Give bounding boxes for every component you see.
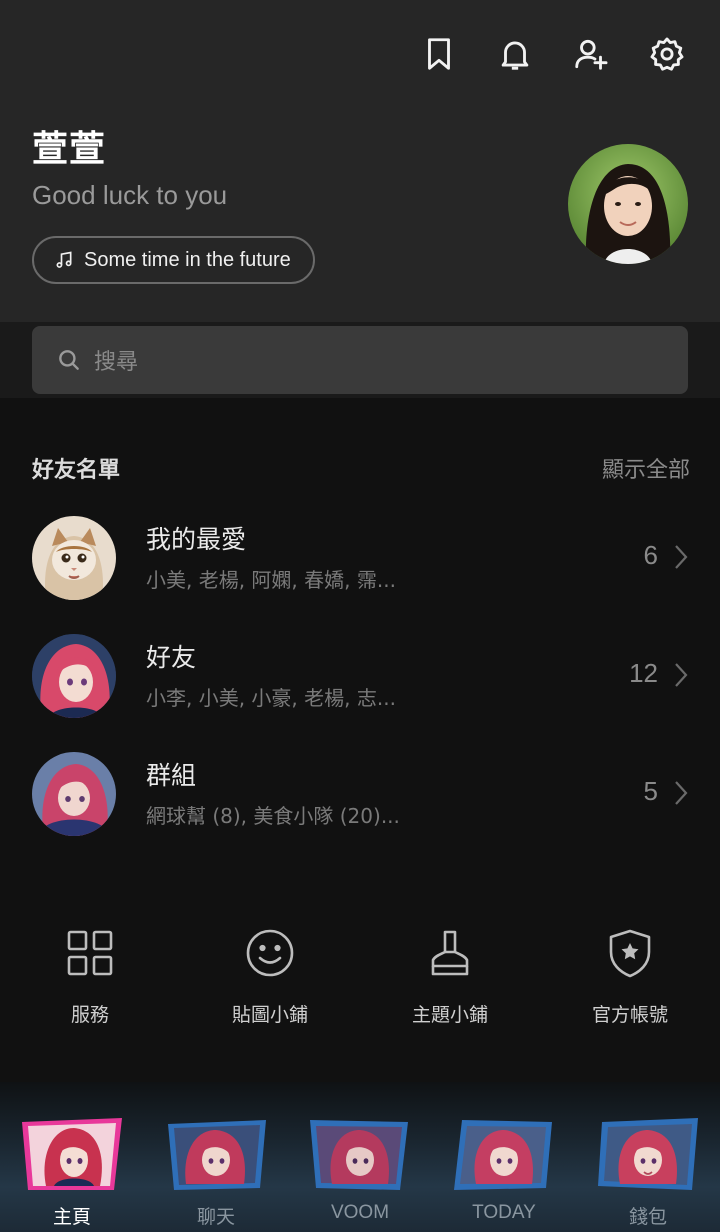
- wallet-tab-icon: [596, 1116, 700, 1192]
- service-label: 貼圖小鋪: [231, 1004, 308, 1026]
- nav-tab-home[interactable]: 主頁: [0, 1082, 144, 1232]
- today-tab-icon: [452, 1116, 556, 1192]
- friend-group-members: 小美, 老楊, 阿嫻, 春嬌, 霈...: [146, 568, 396, 592]
- bell-icon[interactable]: [494, 33, 536, 75]
- shield-star-icon: [609, 929, 651, 978]
- chevron-right-icon: [675, 663, 688, 687]
- music-note-icon: [56, 251, 72, 268]
- services-row: 服務 貼圖小鋪 主題小鋪 官方帳號: [0, 920, 720, 1030]
- nav-tab-label: VOOM: [330, 1202, 390, 1223]
- chevron-right-icon: [675, 781, 688, 805]
- friend-group-members: 網球幫 (8), 美食小隊 (20)...: [146, 804, 400, 828]
- profile-status-message[interactable]: Good luck to you: [32, 180, 227, 211]
- friend-group-count: 12: [629, 658, 658, 688]
- profile-music-label: Some time in the future: [84, 248, 291, 271]
- bookmark-icon[interactable]: [418, 33, 460, 75]
- add-friend-icon[interactable]: [570, 33, 612, 75]
- chats-tab-icon: [164, 1116, 268, 1192]
- nav-tab-wallet[interactable]: 錢包: [576, 1082, 720, 1232]
- nav-tab-label: 錢包: [628, 1207, 667, 1228]
- brush-icon: [431, 930, 469, 976]
- voom-tab-icon: [308, 1116, 412, 1192]
- service-label: 官方帳號: [591, 1004, 668, 1026]
- list-item-favorites[interactable]: 我的最愛 小美, 老楊, 阿嫻, 春嬌, 霈... 6: [32, 516, 692, 606]
- home-tab-icon: [20, 1116, 124, 1192]
- friends-section-title: 好友名單: [32, 458, 121, 483]
- service-button-services[interactable]: 服務: [0, 920, 180, 1030]
- nav-tab-voom[interactable]: VOOM: [288, 1082, 432, 1232]
- bottom-nav: 主頁 聊天 VOOM TODAY 錢包: [0, 1082, 720, 1232]
- search-input[interactable]: 搜尋: [32, 326, 688, 394]
- groups-avatar: [32, 752, 116, 836]
- friend-group-count: 5: [643, 776, 658, 806]
- show-all-link[interactable]: 顯示全部: [602, 452, 690, 484]
- service-label: 主題小鋪: [411, 1004, 488, 1026]
- nav-tab-chats[interactable]: 聊天: [144, 1082, 288, 1232]
- friend-group-name: 群組: [146, 761, 197, 790]
- profile-avatar[interactable]: [568, 144, 688, 264]
- gear-icon[interactable]: [646, 33, 688, 75]
- profile-name[interactable]: 萱萱: [32, 120, 106, 172]
- friend-group-name: 我的最愛: [146, 525, 247, 554]
- nav-tab-label: TODAY: [472, 1202, 536, 1223]
- grid-icon: [67, 930, 113, 976]
- service-label: 服務: [70, 1004, 109, 1026]
- nav-tab-today[interactable]: TODAY: [432, 1082, 576, 1232]
- friend-group-count: 6: [643, 540, 658, 570]
- nav-tab-label: 聊天: [196, 1207, 235, 1228]
- friend-group-members: 小李, 小美, 小豪, 老楊, 志...: [146, 686, 396, 710]
- list-item-groups[interactable]: 群組 網球幫 (8), 美食小隊 (20)... 5: [32, 752, 692, 842]
- search-placeholder: 搜尋: [94, 350, 139, 375]
- service-button-sticker-shop[interactable]: 貼圖小鋪: [180, 920, 360, 1030]
- smiley-icon: [246, 929, 294, 977]
- search-icon: [59, 350, 79, 370]
- chevron-right-icon: [675, 545, 688, 569]
- favorites-avatar: [32, 516, 116, 600]
- profile-music-button[interactable]: Some time in the future: [32, 236, 315, 284]
- friends-avatar: [32, 634, 116, 718]
- service-button-theme-shop[interactable]: 主題小鋪: [360, 920, 540, 1030]
- friend-group-name: 好友: [146, 643, 197, 672]
- nav-tab-label: 主頁: [52, 1207, 91, 1228]
- service-button-official-accounts[interactable]: 官方帳號: [540, 920, 720, 1030]
- list-item-friends[interactable]: 好友 小李, 小美, 小豪, 老楊, 志... 12: [32, 634, 692, 724]
- header-actions: [384, 33, 688, 75]
